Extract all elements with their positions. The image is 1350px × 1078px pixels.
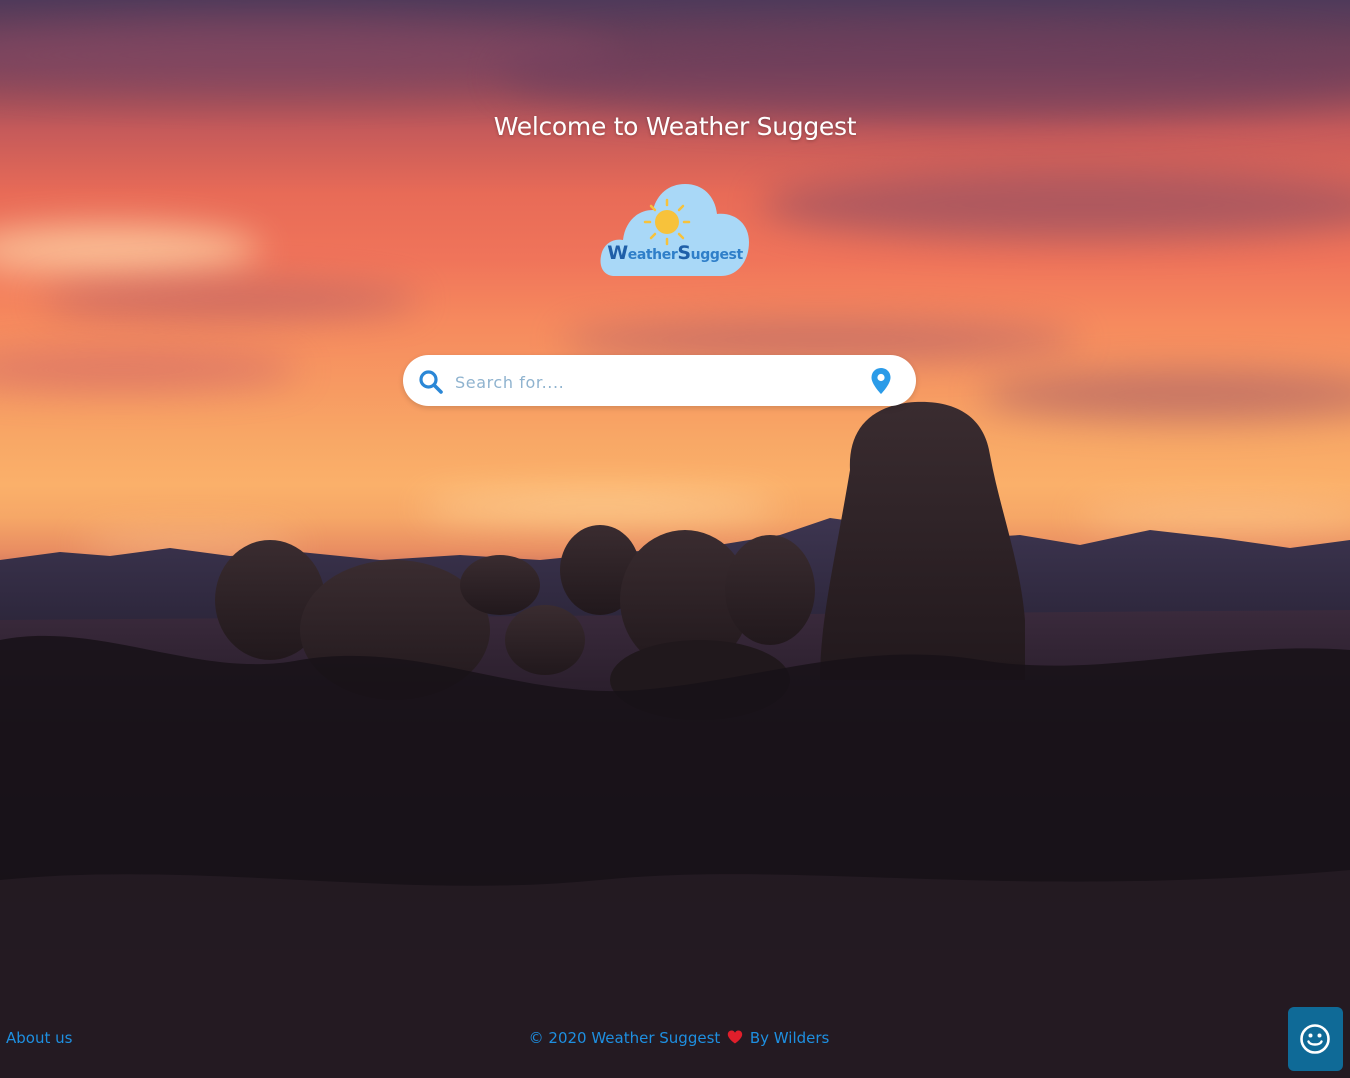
- logo-wordmark: WeatherSuggest: [607, 242, 743, 264]
- search-bar: [403, 355, 916, 406]
- search-input[interactable]: [453, 363, 857, 401]
- smiley-icon: [1300, 1024, 1330, 1054]
- chat-button[interactable]: [1288, 1007, 1343, 1071]
- search-icon[interactable]: [418, 369, 444, 395]
- footer-copyright: © 2020 Weather Suggest By Wilders: [0, 1029, 1350, 1047]
- cloud-sun-icon: [600, 184, 749, 276]
- heart-icon: [727, 1030, 743, 1044]
- author-text: By Wilders: [749, 1029, 830, 1047]
- map-pin-icon[interactable]: [870, 367, 892, 395]
- weather-suggest-logo[interactable]: WeatherSuggest: [597, 180, 753, 280]
- landscape-silhouette: [0, 401, 1350, 1078]
- page-title: Welcome to Weather Suggest: [493, 112, 857, 141]
- page: Welcome to Weather Suggest WeatherSugges…: [0, 0, 1350, 1078]
- copyright-text: © 2020 Weather Suggest: [528, 1029, 721, 1047]
